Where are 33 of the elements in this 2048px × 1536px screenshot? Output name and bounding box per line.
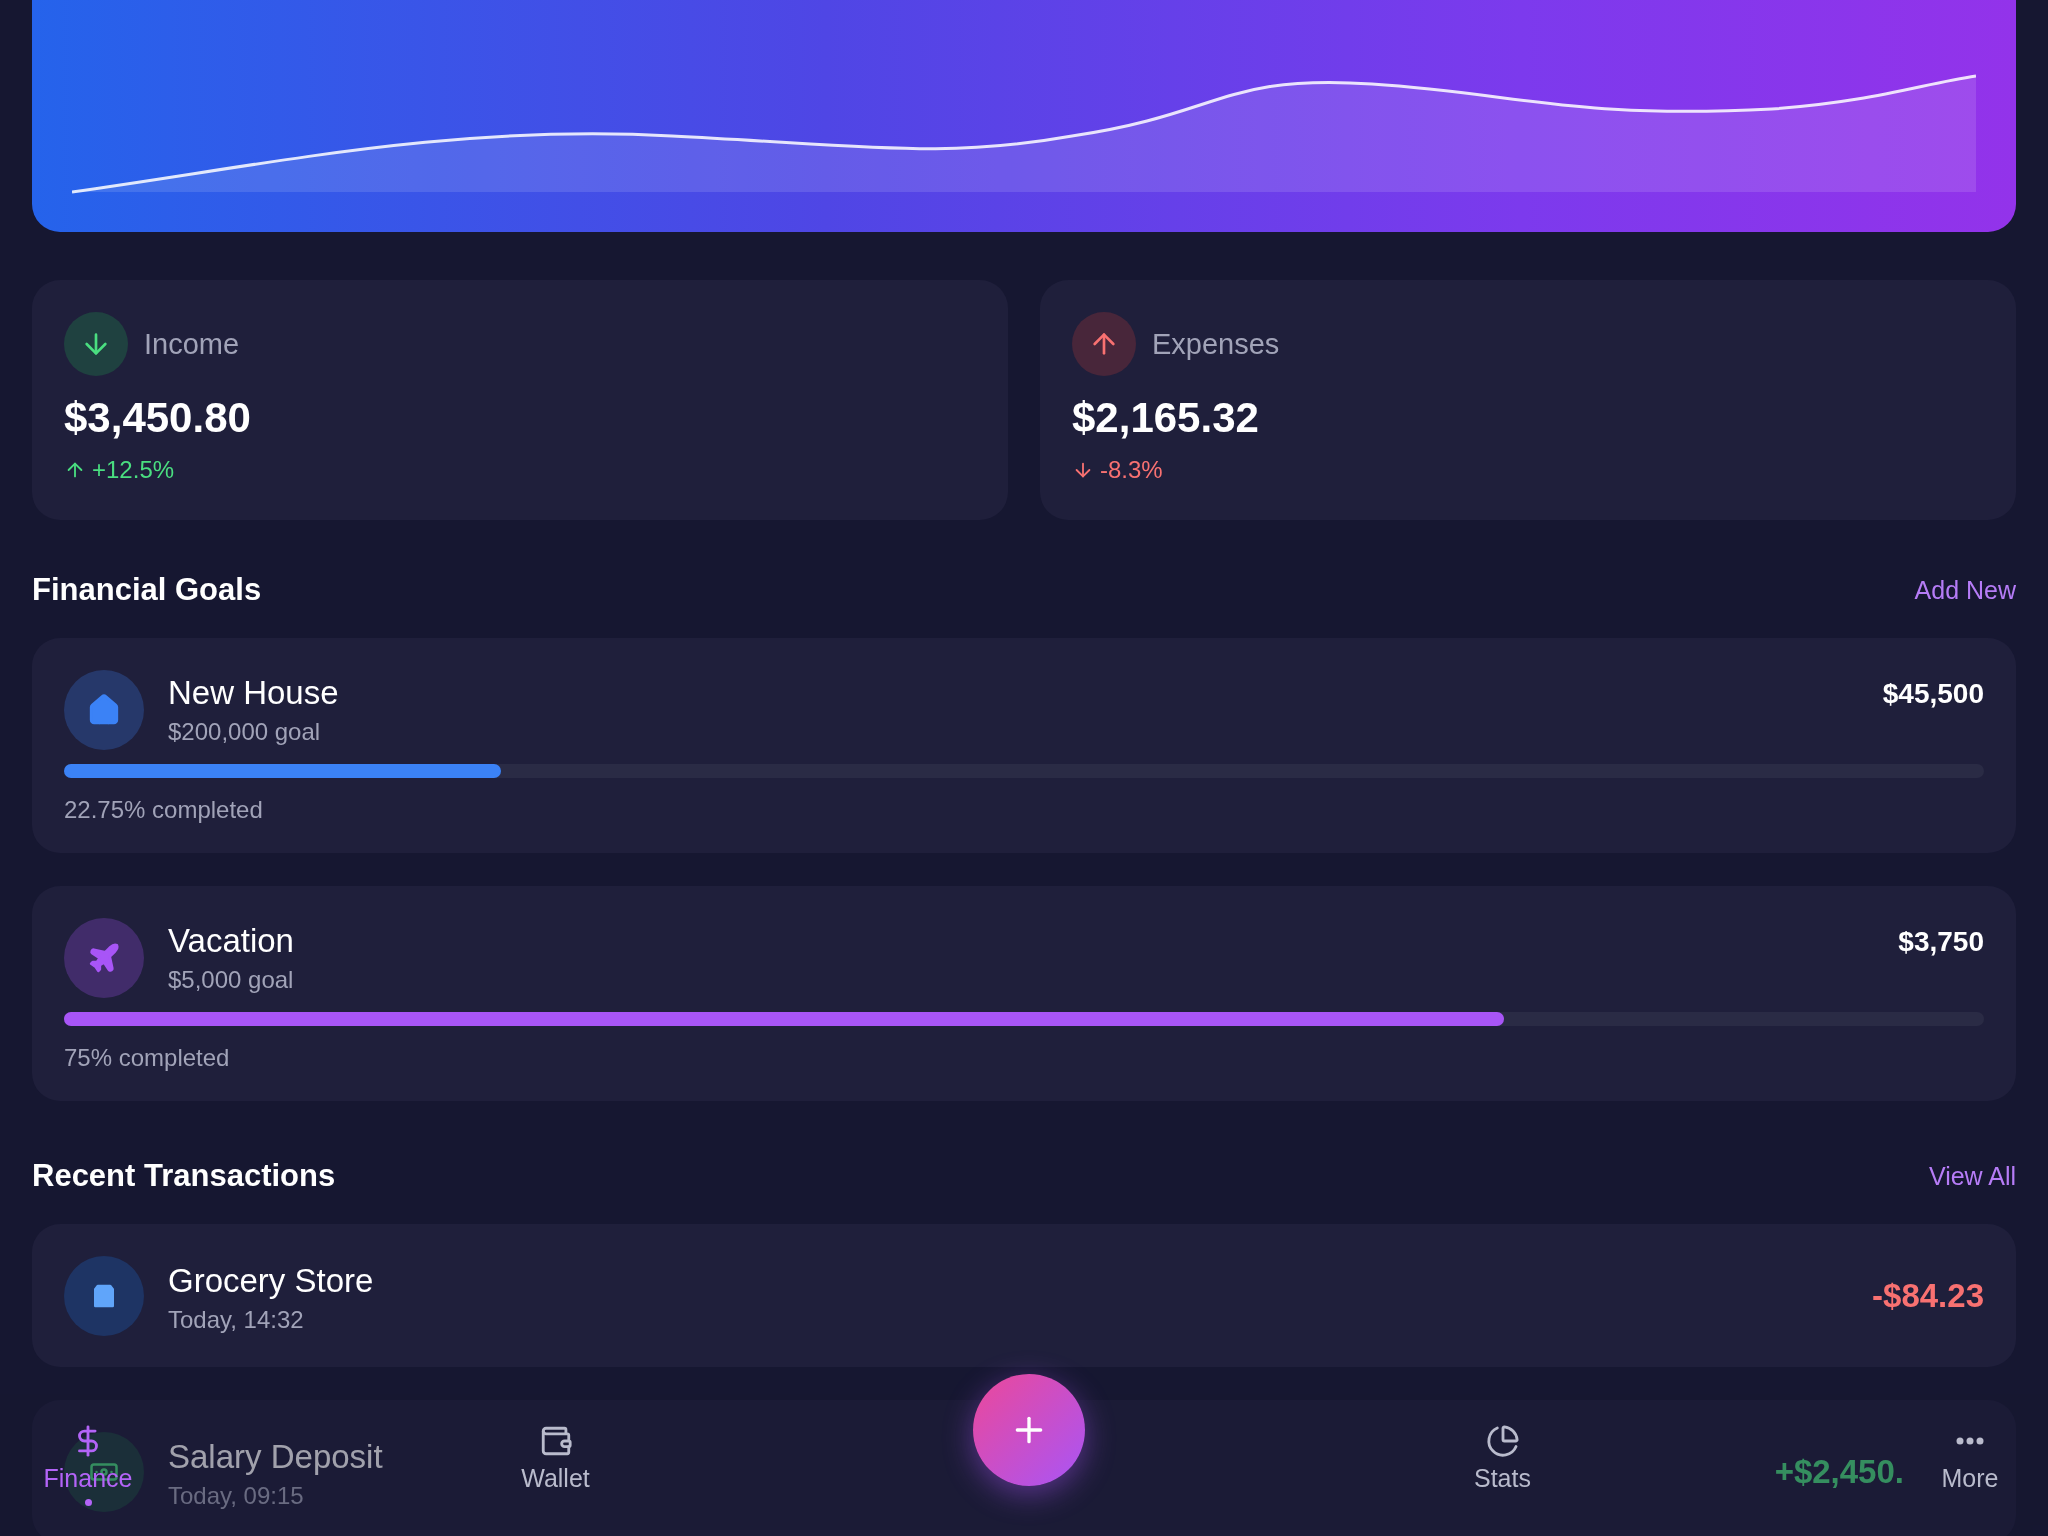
transaction-name: Salary Deposit: [168, 1437, 383, 1476]
goal-target: $200,000 goal: [168, 718, 321, 746]
plane-icon: [87, 941, 121, 975]
change-percent: -8.3%: [1100, 456, 1163, 484]
goal-name: Vacation: [168, 922, 294, 960]
section-title: Financial Goals: [32, 572, 262, 608]
transaction-time: Today, 14:32: [168, 1305, 304, 1334]
transaction-amount: +$2,450.: [1774, 1452, 1904, 1491]
transaction-amount: -$84.23: [1872, 1276, 1984, 1315]
goal-saved-amount: $3,750: [1898, 926, 1984, 958]
goal-target: $5,000 goal: [168, 966, 294, 994]
summary-amount: $3,450.80: [64, 394, 252, 442]
more-icon: [1956, 1437, 1984, 1445]
transaction-time: Today, 09:15: [168, 1481, 304, 1510]
progress-text: 75% completed: [64, 1044, 231, 1072]
goal-saved-amount: $45,500: [1882, 678, 1984, 710]
goal-name: New House: [168, 674, 339, 712]
selected-dot: [84, 1499, 92, 1506]
nav-tab[interactable]: Stats: [1452, 1424, 1553, 1506]
nav-tab[interactable]: Finance: [38, 1424, 138, 1506]
summary-label: Expenses: [1152, 327, 1280, 361]
view-all-link[interactable]: View All: [1928, 1161, 2016, 1191]
pie-chart-icon: [1485, 1424, 1520, 1458]
transaction-row[interactable]: Grocery Store Today, 14:32 -$84.23: [32, 1224, 2016, 1367]
transaction-name: Grocery Store: [168, 1261, 374, 1300]
summary-label: Income: [144, 327, 240, 361]
house-icon: [87, 693, 121, 727]
progress-text: 22.75% completed: [64, 796, 264, 824]
change-percent: +12.5%: [92, 456, 175, 484]
add-new-link[interactable]: Add New: [1914, 575, 2016, 605]
summary-amount: $2,165.32: [1072, 394, 1260, 442]
nav-tab[interactable]: Wallet: [505, 1424, 606, 1506]
section-title: Recent Transactions: [32, 1158, 336, 1194]
